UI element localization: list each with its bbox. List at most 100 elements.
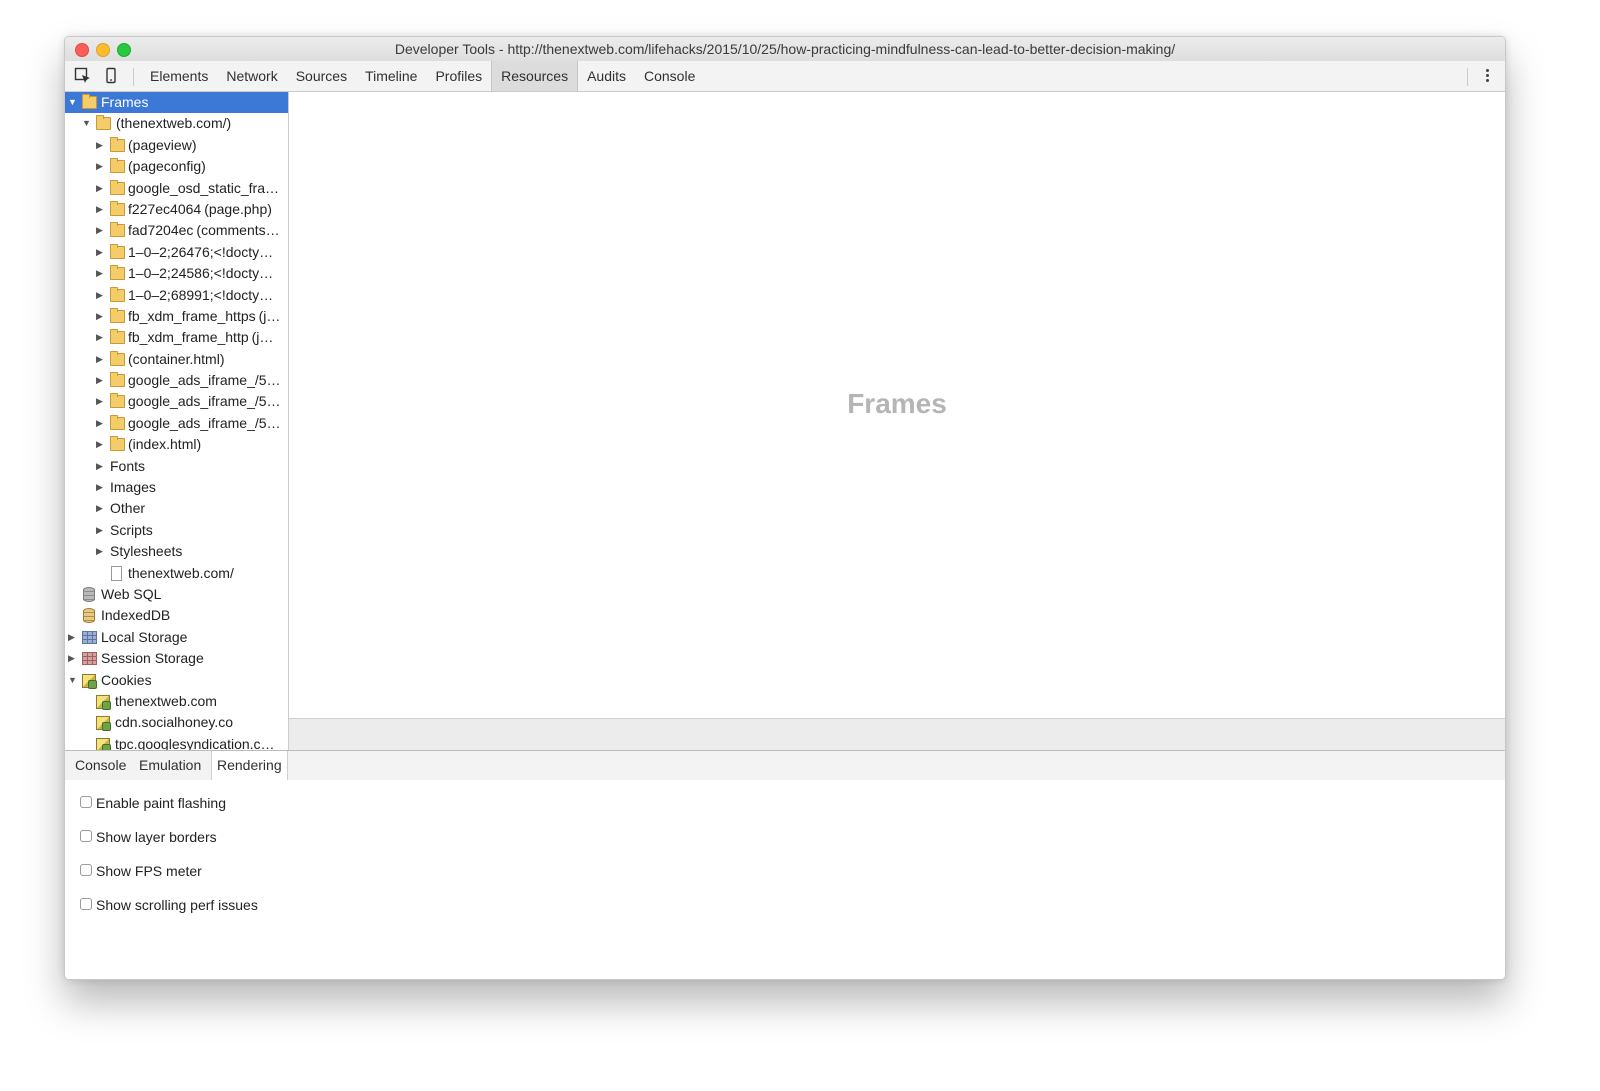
collapsed-arrow-icon[interactable]: ▶ [96, 391, 106, 412]
option-label: Enable paint flashing [96, 795, 226, 811]
tree-item-frame[interactable]: ▶ fb_xdm_frame_https (j… [65, 306, 288, 327]
scrolling-perf-checkbox[interactable] [80, 898, 92, 910]
tree-item-resource-group[interactable]: ▶ Scripts [65, 520, 288, 541]
frame-name: google_ads_iframe_/5… [128, 372, 281, 389]
tree-item-frame[interactable]: ▶ 1–0–2;26476;<!docty… [65, 242, 288, 263]
tab-elements[interactable]: Elements [141, 61, 217, 91]
devtools-window: Developer Tools - http://thenextweb.com/… [64, 36, 1506, 980]
tree-item-cookie-domain[interactable]: thenextweb.com [65, 691, 288, 712]
tree-item-session-storage[interactable]: ▶ Session Storage [65, 648, 288, 669]
expanded-arrow-icon[interactable]: ▼ [68, 670, 78, 691]
tree-item-frames[interactable]: ▼ Frames [65, 92, 288, 114]
tree-item-frame[interactable]: ▶ 1–0–2;68991;<!docty… [65, 285, 288, 306]
tree-item-frame[interactable]: ▶ (pageview) [65, 135, 288, 156]
collapsed-arrow-icon[interactable]: ▶ [96, 477, 106, 498]
collapsed-arrow-icon[interactable]: ▶ [96, 370, 106, 391]
tab-console[interactable]: Console [635, 61, 704, 91]
tab-network[interactable]: Network [217, 61, 286, 91]
collapsed-arrow-icon[interactable]: ▶ [68, 648, 78, 669]
tree-item-local-storage[interactable]: ▶ Local Storage [65, 627, 288, 648]
tab-audits[interactable]: Audits [578, 61, 635, 91]
tree-item-frame[interactable]: ▶ google_ads_iframe_/5… [65, 413, 288, 434]
tree-item-cookie-domain[interactable]: cdn.socialhoney.co [65, 712, 288, 733]
folder-icon [110, 158, 125, 174]
collapsed-arrow-icon[interactable]: ▶ [96, 135, 106, 156]
tree-item-label: Session Storage [101, 650, 204, 667]
folder-icon [110, 286, 125, 302]
tree-item-main-frame[interactable]: ▼ (thenextweb.com/) [65, 113, 288, 134]
zoom-window-button[interactable] [117, 43, 131, 57]
collapsed-arrow-icon[interactable]: ▶ [96, 178, 106, 199]
tree-item-frame[interactable]: ▶ google_ads_iframe_/5… [65, 370, 288, 391]
layer-borders-checkbox[interactable] [80, 830, 92, 842]
minimize-window-button[interactable] [96, 43, 110, 57]
view-placeholder-title: Frames [847, 388, 947, 419]
tree-item-cookie-domain[interactable]: tpc.googlesyndication.c… [65, 734, 288, 750]
folder-icon [110, 414, 125, 430]
collapsed-arrow-icon[interactable]: ▶ [96, 456, 106, 477]
close-window-button[interactable] [75, 43, 89, 57]
tree-item-frame[interactable]: ▶ fad7204ec (comments… [65, 220, 288, 241]
option-label: Show layer borders [96, 829, 217, 845]
tree-item-frame[interactable]: ▶ 1–0–2;24586;<!docty… [65, 263, 288, 284]
collapsed-arrow-icon[interactable]: ▶ [96, 413, 106, 434]
collapsed-arrow-icon[interactable]: ▶ [96, 327, 106, 348]
device-mode-icon[interactable] [101, 66, 121, 86]
collapsed-arrow-icon[interactable]: ▶ [96, 242, 106, 263]
collapsed-arrow-icon[interactable]: ▶ [96, 434, 106, 455]
drawer-tab-emulation[interactable]: Emulation [134, 751, 206, 780]
collapsed-arrow-icon[interactable]: ▶ [96, 199, 106, 220]
drawer-tab-rendering[interactable]: Rendering [211, 751, 288, 781]
expanded-arrow-icon[interactable]: ▼ [68, 92, 78, 113]
drawer-tab-console[interactable]: Console [70, 751, 131, 780]
inspect-element-icon[interactable] [73, 66, 93, 86]
collapsed-arrow-icon[interactable]: ▶ [96, 541, 106, 562]
tree-item-resource-group[interactable]: ▶ Fonts [65, 456, 288, 477]
tree-item-frame[interactable]: ▶ fb_xdm_frame_http (j… [65, 327, 288, 348]
window-title: Developer Tools - http://thenextweb.com/… [394, 41, 1176, 57]
tree-item-cookies[interactable]: ▼ Cookies [65, 670, 288, 691]
tab-timeline[interactable]: Timeline [356, 61, 426, 91]
frame-name: f227ec4064 [128, 200, 202, 217]
title-bar: Developer Tools - http://thenextweb.com/… [65, 37, 1505, 61]
tree-item-resource-group[interactable]: ▶ Images [65, 477, 288, 498]
tree-item-label: (thenextweb.com/) [116, 115, 232, 132]
folder-icon [110, 393, 125, 409]
collapsed-arrow-icon[interactable]: ▶ [96, 498, 106, 519]
frame-name: (pageview) [128, 136, 197, 153]
tree-item-resource-group[interactable]: ▶ Stylesheets [65, 541, 288, 562]
paint-flashing-checkbox[interactable] [80, 796, 92, 808]
database-icon [83, 608, 95, 624]
tab-resources[interactable]: Resources [491, 61, 579, 91]
tree-item-label: Images [110, 479, 156, 496]
collapsed-arrow-icon[interactable]: ▶ [96, 263, 106, 284]
folder-icon [110, 329, 125, 345]
tab-sources[interactable]: Sources [287, 61, 356, 91]
frame-name: google_ads_iframe_/5… [128, 414, 281, 431]
tree-item-label: Cookies [101, 671, 152, 688]
tree-item-web-sql[interactable]: Web SQL [65, 584, 288, 605]
expanded-arrow-icon[interactable]: ▼ [82, 113, 92, 134]
collapsed-arrow-icon[interactable]: ▶ [68, 627, 78, 648]
more-vertical-icon[interactable] [1481, 67, 1493, 85]
fps-meter-checkbox[interactable] [80, 864, 92, 876]
collapsed-arrow-icon[interactable]: ▶ [96, 285, 106, 306]
collapsed-arrow-icon[interactable]: ▶ [96, 220, 106, 241]
collapsed-arrow-icon[interactable]: ▶ [96, 306, 106, 327]
tree-item-resource-group[interactable]: ▶ Other [65, 498, 288, 519]
tree-item-indexeddb[interactable]: IndexedDB [65, 605, 288, 626]
tree-item-document[interactable]: thenextweb.com/ [65, 563, 288, 584]
tree-item-frame[interactable]: ▶ (container.html) [65, 349, 288, 370]
tree-item-label: (pageconfig) [128, 156, 286, 177]
collapsed-arrow-icon[interactable]: ▶ [96, 349, 106, 370]
tree-item-frame[interactable]: ▶ (pageconfig) [65, 156, 288, 177]
frame-name: google_ads_iframe_/5… [128, 393, 281, 410]
tree-item-frame[interactable]: ▶ f227ec4064 (page.php) [65, 199, 288, 220]
collapsed-arrow-icon[interactable]: ▶ [96, 156, 106, 177]
tree-item-frame[interactable]: ▶ google_osd_static_fra… [65, 178, 288, 199]
folder-icon [110, 136, 125, 152]
collapsed-arrow-icon[interactable]: ▶ [96, 520, 106, 541]
tree-item-frame[interactable]: ▶ (index.html) [65, 434, 288, 455]
tab-profiles[interactable]: Profiles [426, 61, 491, 91]
tree-item-frame[interactable]: ▶ google_ads_iframe_/5… [65, 391, 288, 412]
